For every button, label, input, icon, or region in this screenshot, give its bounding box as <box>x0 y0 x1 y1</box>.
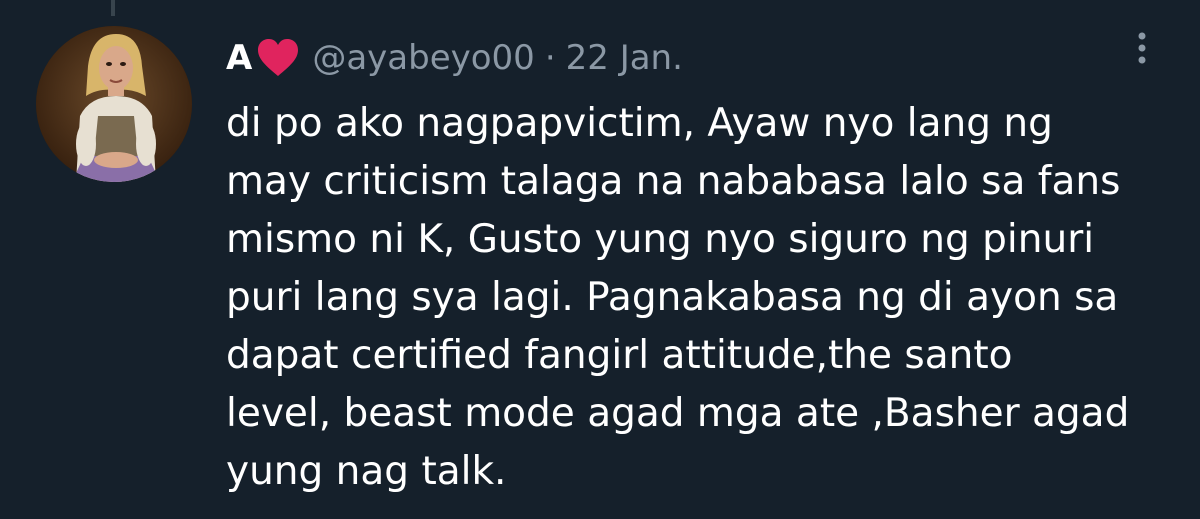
tweet-text-line: di po ako nagpapvictim, Ayaw nyo lang ng <box>226 101 1053 146</box>
tweet-text-line: may criticism talaga na nababasa lalo sa… <box>226 159 1121 204</box>
tweet-card[interactable]: A @ayabeyo00 · 22 Jan. di po ako nagpapv… <box>0 0 1200 519</box>
tweet-text-line: puri lang sya lagi. Pagnakabasa ng di ay… <box>226 275 1119 320</box>
tweet-text-line: mismo ni K, Gusto yung nyo siguro ng pin… <box>226 217 1095 262</box>
tweet-date[interactable]: 22 Jan. <box>566 38 683 78</box>
thread-connector-line <box>111 0 115 16</box>
avatar[interactable] <box>36 26 192 182</box>
red-heart-icon <box>256 38 300 78</box>
display-name[interactable]: A <box>226 38 252 78</box>
tweet-text-line: yung nag talk. <box>226 449 507 494</box>
avatar-image <box>36 26 192 182</box>
user-handle[interactable]: @ayabeyo00 <box>312 38 534 78</box>
separator-dot: · <box>544 38 556 78</box>
tweet-header: A @ayabeyo00 · 22 Jan. <box>226 30 683 86</box>
tweet-text-line: level, beast mode agad mga ate ,Basher a… <box>226 391 1130 436</box>
more-vertical-icon[interactable] <box>1124 26 1160 74</box>
tweet-text-line: dapat certified fangirl attitude,the san… <box>226 333 1013 378</box>
tweet-text: di po ako nagpapvictim, Ayaw nyo lang ng… <box>226 95 1176 501</box>
